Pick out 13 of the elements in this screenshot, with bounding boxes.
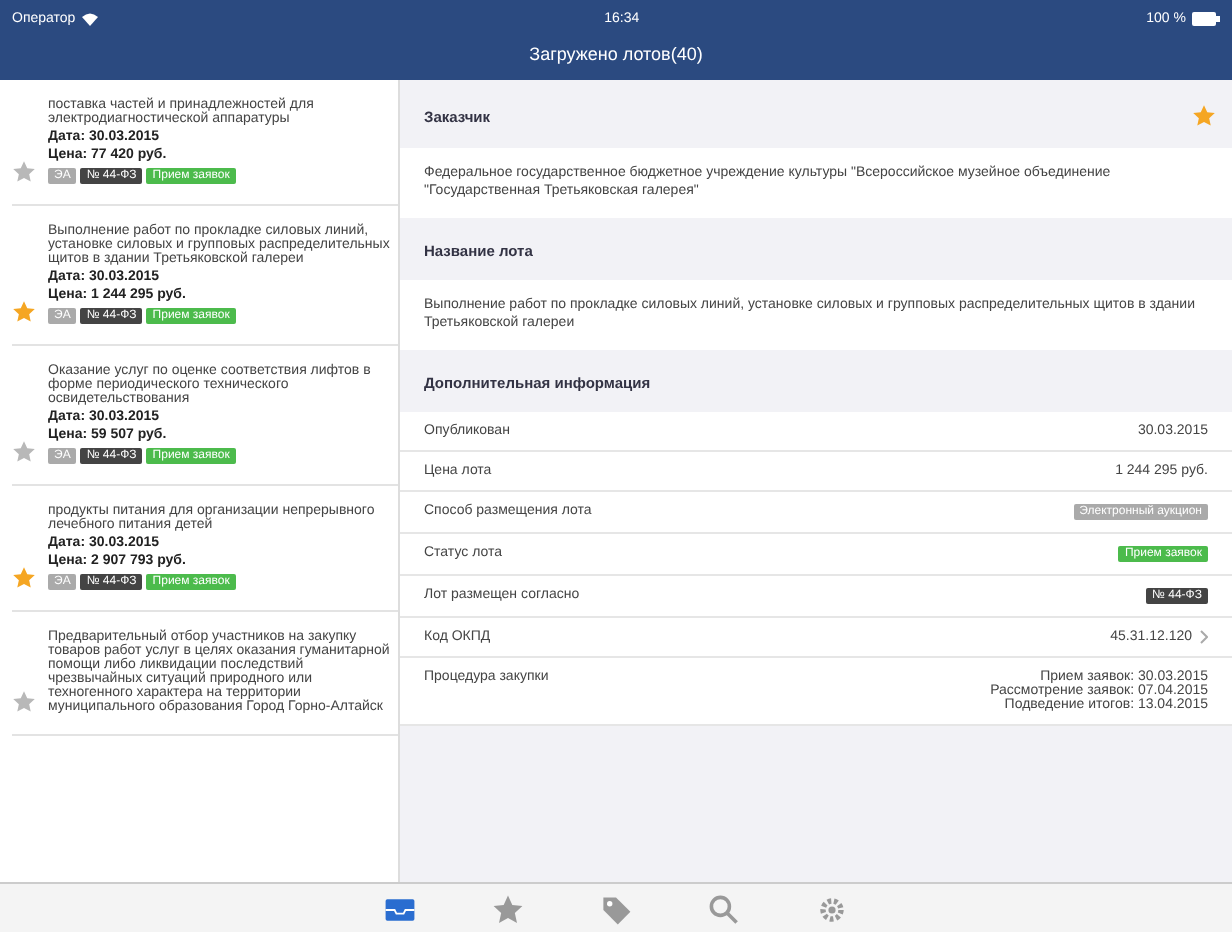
chevron-icon: [1200, 630, 1208, 645]
wifi-icon: [81, 11, 98, 25]
search-tab-icon[interactable]: [706, 891, 742, 927]
star-icon[interactable]: [12, 300, 36, 324]
star-icon[interactable]: [12, 160, 36, 184]
star-icon[interactable]: [12, 690, 36, 714]
window-title: Загружено лотов(40): [527, 44, 705, 64]
battery-icon: [1191, 11, 1220, 25]
star-icon[interactable]: [1192, 104, 1216, 128]
star-icon[interactable]: [12, 440, 36, 464]
tag-tab-icon[interactable]: [598, 891, 634, 927]
star-tab-icon[interactable]: [490, 891, 526, 927]
star-icon[interactable]: [12, 566, 36, 590]
